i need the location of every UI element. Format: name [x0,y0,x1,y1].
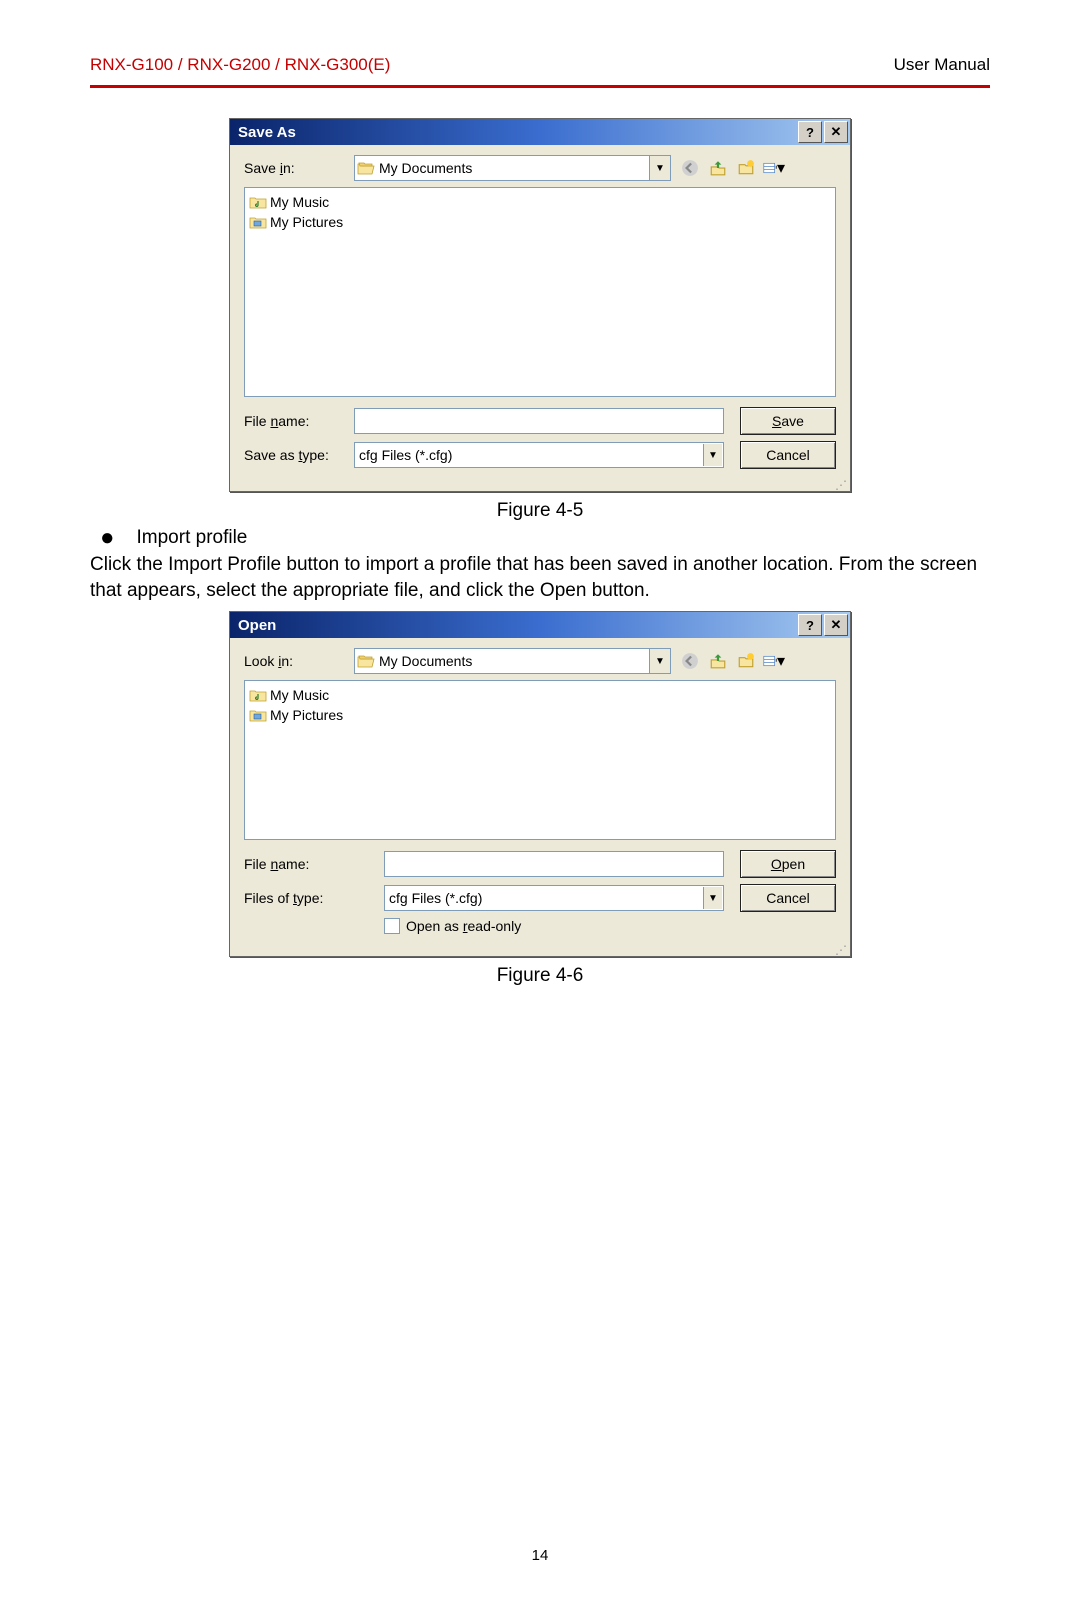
look-in-label: Look in: [244,653,354,669]
resize-grip-icon[interactable]: ⋰ [230,946,850,956]
filename-input[interactable] [354,408,724,434]
list-item-label: My Pictures [270,707,343,723]
files-of-type-label: Files of type: [244,890,384,906]
open-titlebar: Open ? ✕ [230,612,850,638]
resize-grip-icon[interactable]: ⋰ [230,481,850,491]
readonly-label: Open as read-only [406,918,521,934]
list-item-label: My Music [270,194,329,210]
open-filename-label: File name: [244,856,384,872]
files-of-type-value: cfg Files (*.cfg) [389,890,482,906]
back-icon[interactable] [679,157,701,179]
views-icon[interactable]: ▾ [763,650,785,672]
readonly-checkbox[interactable] [384,918,400,934]
list-item[interactable]: My Music [249,192,831,212]
bullet-icon: ● [100,526,115,550]
save-in-dropdown[interactable]: My Documents [354,155,650,181]
pictures-folder-icon [249,708,267,722]
import-profile-paragraph: Click the Import Profile button to impor… [90,552,990,603]
save-as-title: Save As [238,124,296,141]
new-folder-icon[interactable] [735,157,757,179]
help-icon[interactable]: ? [798,614,822,636]
look-in-dropdown[interactable]: My Documents [354,648,650,674]
page-number: 14 [90,1547,990,1564]
close-icon[interactable]: ✕ [824,121,848,143]
open-dialog: Open ? ✕ Look in: My Documents ▼ [229,611,851,957]
open-button[interactable]: Open [740,850,836,878]
save-button[interactable]: Save [740,407,836,435]
save-in-label: Save in: [244,160,354,176]
save-type-dropdown[interactable]: cfg Files (*.cfg) ▼ [354,442,724,468]
up-one-level-icon[interactable] [707,650,729,672]
pictures-folder-icon [249,215,267,229]
music-folder-icon [249,688,267,702]
header-rule [90,85,990,88]
views-icon[interactable]: ▾ [763,157,785,179]
header-manual: User Manual [894,55,990,75]
look-in-folder-name: My Documents [379,653,472,669]
list-item-label: My Pictures [270,214,343,230]
chevron-down-icon[interactable]: ▼ [650,155,671,181]
list-item[interactable]: My Music [249,685,831,705]
up-one-level-icon[interactable] [707,157,729,179]
list-item-label: My Music [270,687,329,703]
save-type-label: Save as type: [244,447,354,463]
new-folder-icon[interactable] [735,650,757,672]
chevron-down-icon[interactable]: ▼ [703,887,722,909]
help-icon[interactable]: ? [798,121,822,143]
figure-4-5-caption: Figure 4-5 [90,500,990,522]
save-in-folder-name: My Documents [379,160,472,176]
import-profile-heading: Import profile [137,527,248,549]
save-type-value: cfg Files (*.cfg) [359,447,452,463]
list-item[interactable]: My Pictures [249,705,831,725]
filename-label: File name: [244,413,354,429]
open-title: Open [238,617,276,634]
open-file-listing[interactable]: My Music My Pictures [244,680,836,840]
list-item[interactable]: My Pictures [249,212,831,232]
cancel-button[interactable]: Cancel [740,441,836,469]
chevron-down-icon[interactable]: ▼ [650,648,671,674]
files-of-type-dropdown[interactable]: cfg Files (*.cfg) ▼ [384,885,724,911]
back-icon[interactable] [679,650,701,672]
close-icon[interactable]: ✕ [824,614,848,636]
chevron-down-icon[interactable]: ▼ [703,444,722,466]
music-folder-icon [249,195,267,209]
save-as-dialog: Save As ? ✕ Save in: My Documents ▼ [229,118,851,492]
open-filename-input[interactable] [384,851,724,877]
save-file-listing[interactable]: My Music My Pictures [244,187,836,397]
folder-open-icon [357,654,375,668]
save-as-titlebar: Save As ? ✕ [230,119,850,145]
cancel-button[interactable]: Cancel [740,884,836,912]
folder-open-icon [357,161,375,175]
header-models: RNX-G100 / RNX-G200 / RNX-G300(E) [90,55,390,75]
figure-4-6-caption: Figure 4-6 [90,965,990,987]
